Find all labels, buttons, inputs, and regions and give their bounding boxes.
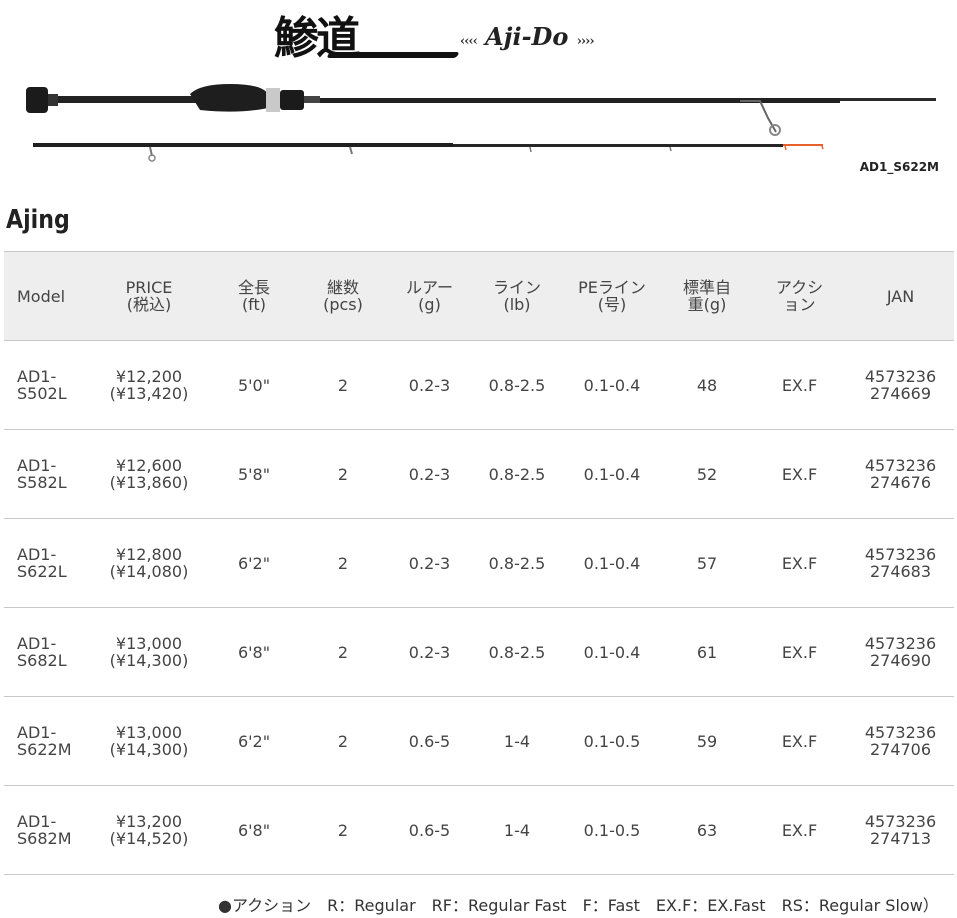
table-row: AD1- S622L ¥12,800 (¥14,080) 6'2" 2 0.2-3 0.8-2… [4,518,954,608]
cell-length: 6'2" [209,518,299,608]
cell-length: 5'0" [209,340,299,430]
cell-lure: 0.2-3 [387,340,472,430]
header-pe-line: PEライン (号) [562,251,662,341]
section-title: Ajing [6,205,70,235]
header-action: アクシ ョン [752,251,847,341]
header-pieces: 継数 (pcs) [299,251,387,341]
cell-price: ¥12,600 (¥13,860) [89,429,209,519]
cell-action: EX.F [752,429,847,519]
cell-model: AD1- S682L [4,607,89,697]
header-lure: ルアー (g) [387,251,472,341]
header-line: ライン (lb) [472,251,562,341]
cell-jan: 4573236 274713 [847,785,954,875]
cell-model: AD1- S682M [4,785,89,875]
cell-length: 5'8" [209,429,299,519]
cell-pe-line: 0.1-0.4 [562,518,662,608]
brand-roman: ‹‹‹‹ Aji-Do ›››› [460,22,595,51]
cell-pe-line: 0.1-0.5 [562,785,662,875]
cell-price: ¥13,000 (¥14,300) [89,607,209,697]
header-weight: 標準自 重(g) [662,251,752,341]
cell-pieces: 2 [299,696,387,786]
table-body: AD1- S502L ¥12,200 (¥13,420) 5'0" 2 0.2-3 0.8-2… [4,340,954,875]
cell-jan: 4573236 274676 [847,429,954,519]
rod-butt-section [26,84,936,136]
cell-weight: 63 [662,785,752,875]
table-row: AD1- S502L ¥12,200 (¥13,420) 5'0" 2 0.2-3 0.8-2… [4,340,954,430]
header-jan: JAN [847,251,954,341]
header-price: PRICE (税込) [89,251,209,341]
cell-jan: 4573236 274669 [847,340,954,430]
cell-pieces: 2 [299,340,387,430]
cell-line: 1-4 [472,696,562,786]
brand-brush-stroke [326,52,460,58]
brand-logo: 鯵道 ‹‹‹‹ Aji-Do ›››› [270,2,700,64]
rod-model-label: AD1_S622M [859,160,939,174]
cell-pe-line: 0.1-0.5 [562,696,662,786]
cell-length: 6'2" [209,696,299,786]
cell-line: 0.8-2.5 [472,518,562,608]
cell-price: ¥13,200 (¥14,520) [89,785,209,875]
cell-pe-line: 0.1-0.4 [562,607,662,697]
cell-lure: 0.6-5 [387,696,472,786]
cell-weight: 59 [662,696,752,786]
cell-weight: 57 [662,518,752,608]
brand-roman-text: Aji-Do [485,22,569,51]
brand-marks-right: ›››› [576,34,595,49]
cell-action: EX.F [752,785,847,875]
cell-length: 6'8" [209,607,299,697]
cell-lure: 0.2-3 [387,518,472,608]
header-model: Model [4,251,89,341]
cell-line: 0.8-2.5 [472,340,562,430]
cell-price: ¥12,800 (¥14,080) [89,518,209,608]
cell-length: 6'8" [209,785,299,875]
cell-pe-line: 0.1-0.4 [562,340,662,430]
cell-pieces: 2 [299,518,387,608]
cell-price: ¥13,000 (¥14,300) [89,696,209,786]
cell-lure: 0.6-5 [387,785,472,875]
cell-pieces: 2 [299,429,387,519]
cell-weight: 61 [662,607,752,697]
table-row: AD1- S682M ¥13,200 (¥14,520) 6'8" 2 0.6-5 1-4 0.… [4,785,954,875]
table-row: AD1- S622M ¥13,000 (¥14,300) 6'2" 2 0.6-5 1-4 0.… [4,696,954,786]
cell-action: EX.F [752,696,847,786]
cell-pe-line: 0.1-0.4 [562,429,662,519]
cell-action: EX.F [752,607,847,697]
cell-weight: 52 [662,429,752,519]
header-length: 全長 (ft) [209,251,299,341]
cell-jan: 4573236 274690 [847,607,954,697]
cell-lure: 0.2-3 [387,607,472,697]
cell-jan: 4573236 274706 [847,696,954,786]
table-header-row: Model PRICE (税込) 全長 (ft) 継数 (pcs) ルアー (g) ライ… [4,251,954,341]
cell-action: EX.F [752,518,847,608]
cell-model: AD1- S622L [4,518,89,608]
cell-model: AD1- S582L [4,429,89,519]
action-legend: ●アクション R：Regular RF：Regular Fast F：Fast … [218,896,939,915]
brand-marks-left: ‹‹‹‹ [460,34,478,49]
cell-jan: 4573236 274683 [847,518,954,608]
cell-price: ¥12,200 (¥13,420) [89,340,209,430]
cell-weight: 48 [662,340,752,430]
cell-line: 0.8-2.5 [472,429,562,519]
rod-image [26,84,936,162]
cell-line: 0.8-2.5 [472,607,562,697]
cell-line: 1-4 [472,785,562,875]
cell-model: AD1- S622M [4,696,89,786]
spec-table: Model PRICE (税込) 全長 (ft) 継数 (pcs) ルアー (g) ライ… [4,251,954,875]
rod-tip-section [33,143,824,162]
table-row: AD1- S682L ¥13,000 (¥14,300) 6'8" 2 0.2-3 0.8-2… [4,607,954,697]
cell-model: AD1- S502L [4,340,89,430]
cell-pieces: 2 [299,785,387,875]
cell-lure: 0.2-3 [387,429,472,519]
cell-action: EX.F [752,340,847,430]
table-row: AD1- S582L ¥12,600 (¥13,860) 5'8" 2 0.2-3 0.8-2… [4,429,954,519]
cell-pieces: 2 [299,607,387,697]
